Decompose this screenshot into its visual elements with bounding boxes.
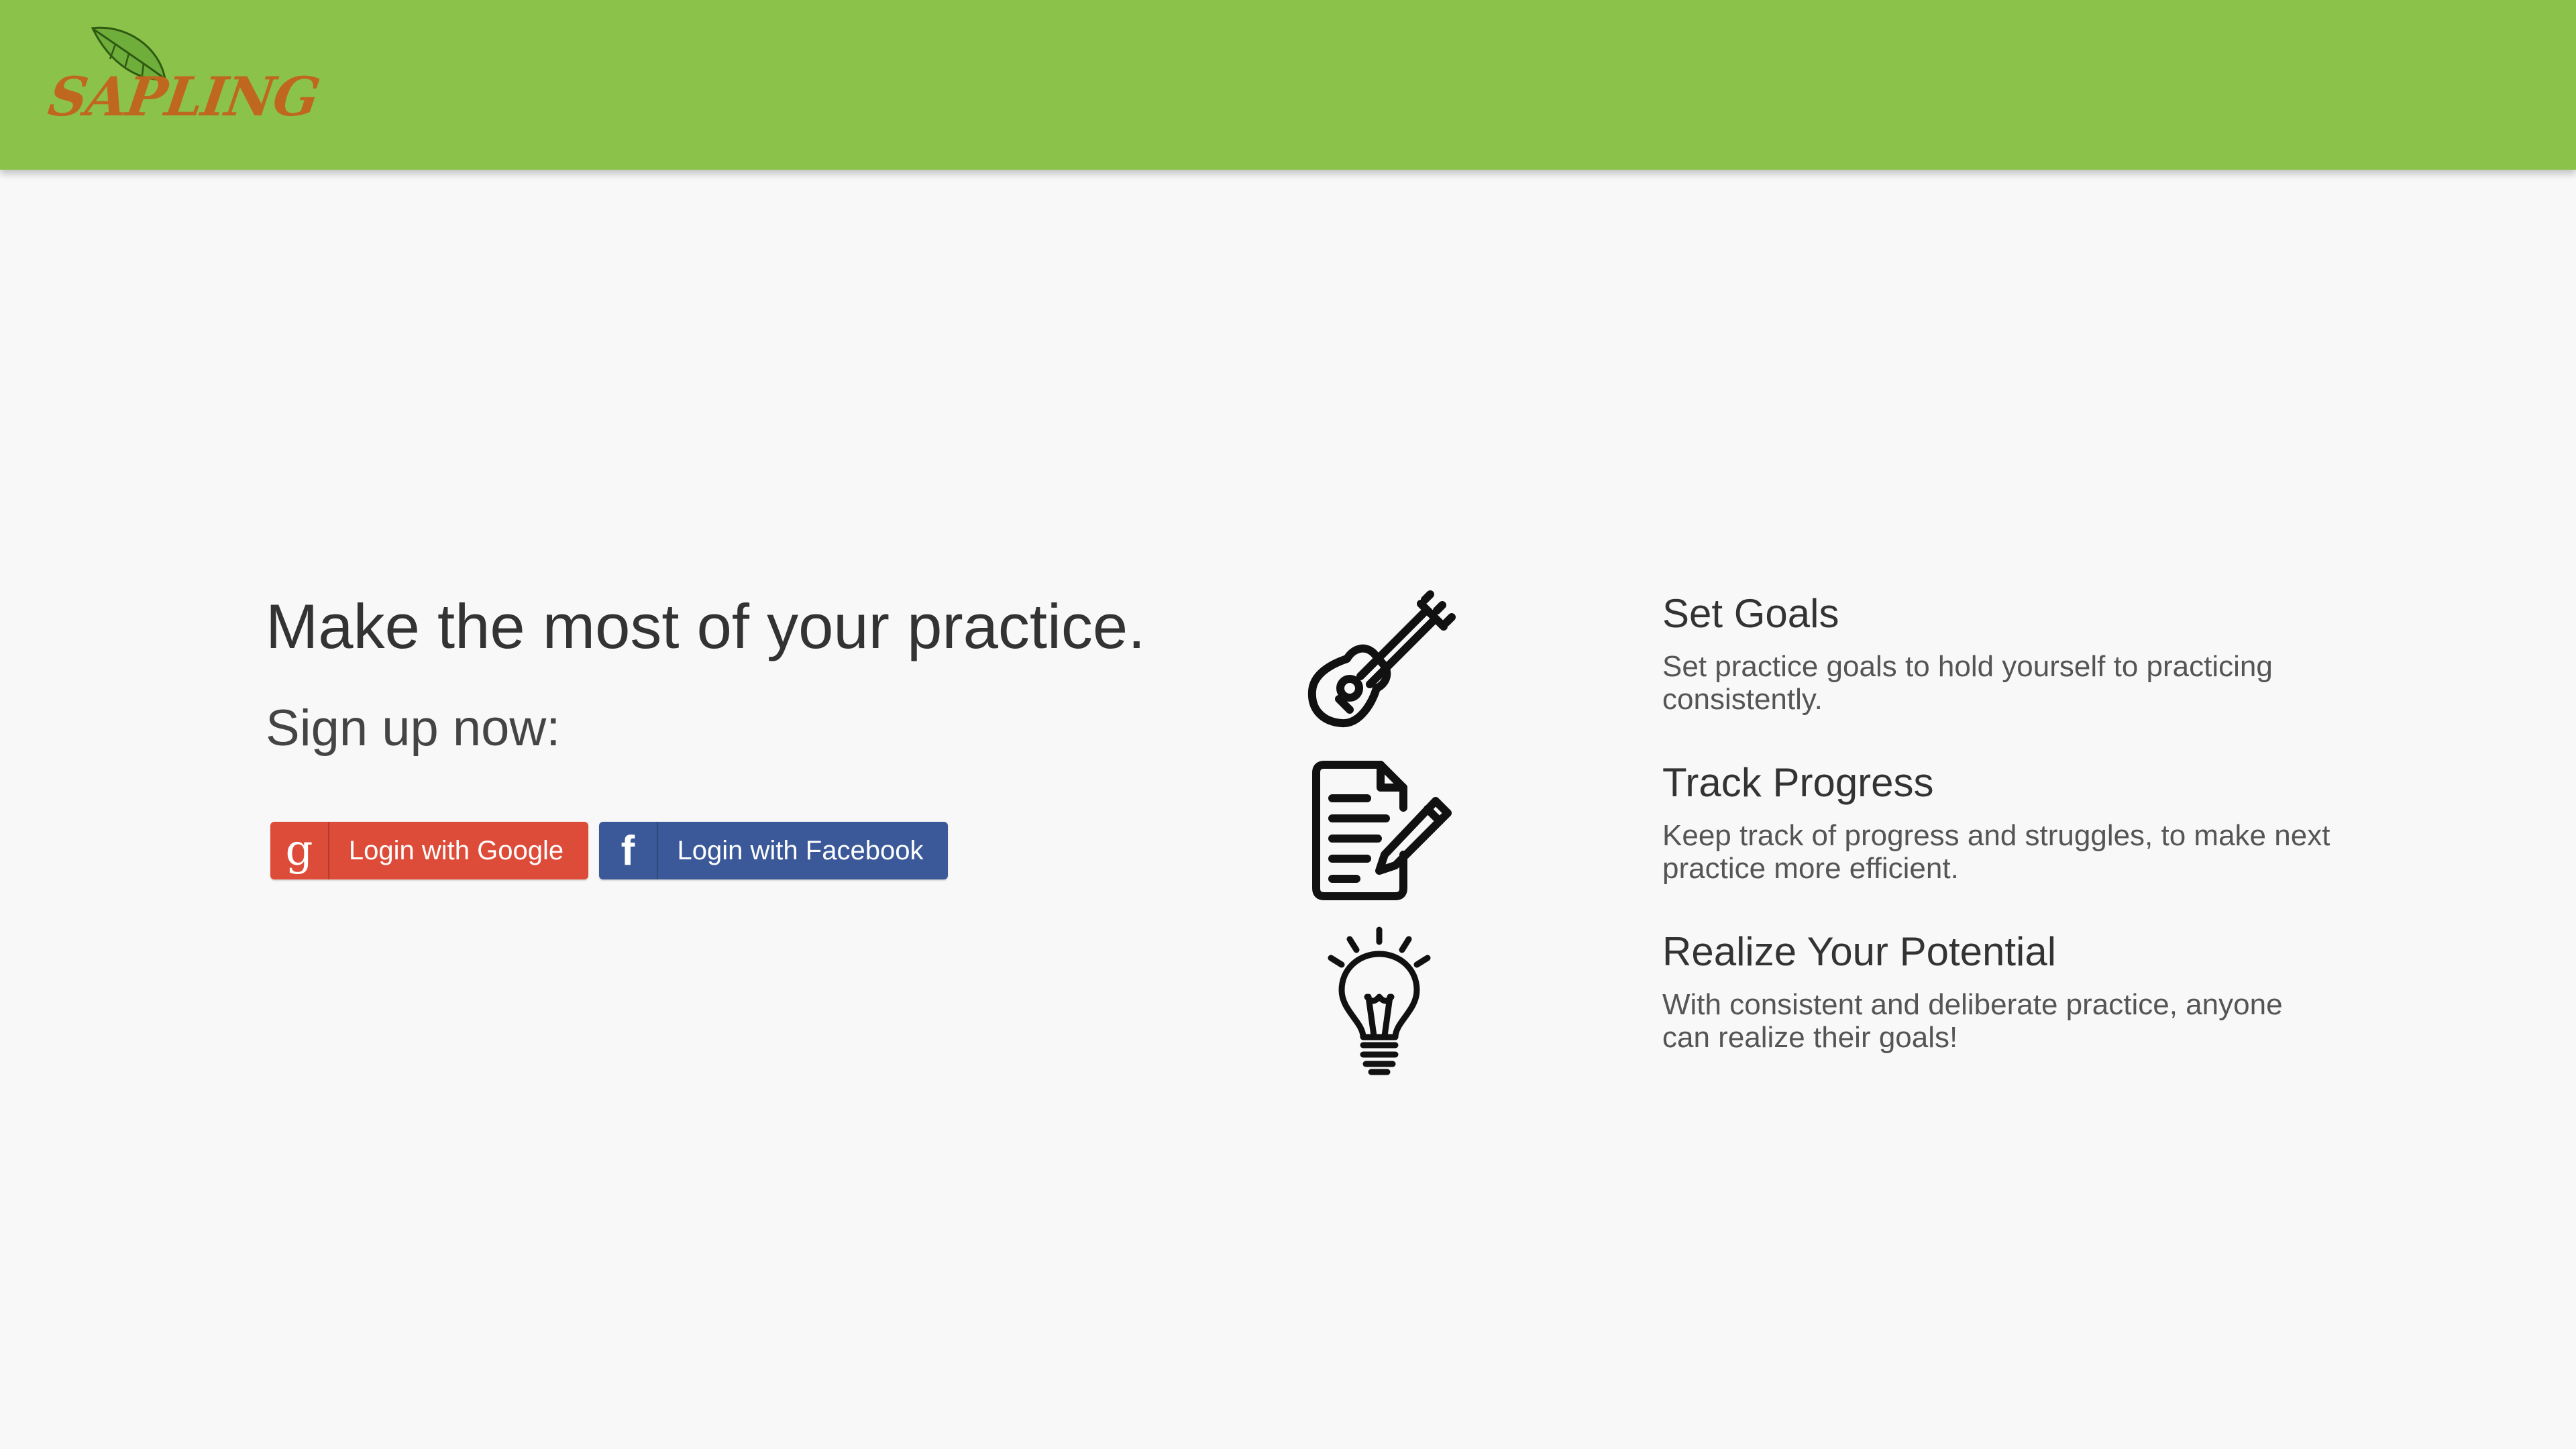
feature-description: With consistent and deliberate practice,… (1662, 988, 2283, 1055)
guitar-icon (1303, 584, 1457, 738)
signup-section: Make the most of your practice. Sign up … (266, 590, 1205, 879)
login-buttons: g Login with Google f Login with Faceboo… (266, 822, 948, 879)
feature-title: Realize Your Potential (1662, 929, 2057, 974)
google-icon: g (270, 822, 329, 879)
document-pencil-icon (1303, 754, 1457, 908)
facebook-icon: f (599, 822, 658, 879)
header-bar: SAPLING (0, 0, 2576, 170)
logo-text: SAPLING (44, 65, 323, 128)
login-facebook-label: Login with Facebook (677, 835, 924, 865)
login-google-label: Login with Google (348, 835, 564, 865)
feature-realize-potential: Realize Your Potential With consistent a… (1662, 928, 2333, 1055)
feature-description: Set practice goals to hold yourself to p… (1662, 650, 2273, 716)
feature-description: Keep track of progress and struggles, to… (1662, 819, 2330, 885)
feature-set-goals: Set Goals Set practice goals to hold you… (1662, 590, 2333, 716)
sapling-logo[interactable]: SAPLING (44, 20, 323, 134)
feature-track-progress: Track Progress Keep track of progress an… (1662, 759, 2333, 885)
login-facebook-button[interactable]: f Login with Facebook (599, 822, 948, 879)
hero-title: Make the most of your practice. (266, 591, 1146, 661)
signup-prompt: Sign up now: (266, 700, 561, 757)
lightbulb-icon (1303, 924, 1457, 1079)
feature-title: Set Goals (1662, 591, 1839, 636)
login-google-button[interactable]: g Login with Google (270, 822, 588, 879)
feature-title: Track Progress (1662, 760, 1934, 805)
